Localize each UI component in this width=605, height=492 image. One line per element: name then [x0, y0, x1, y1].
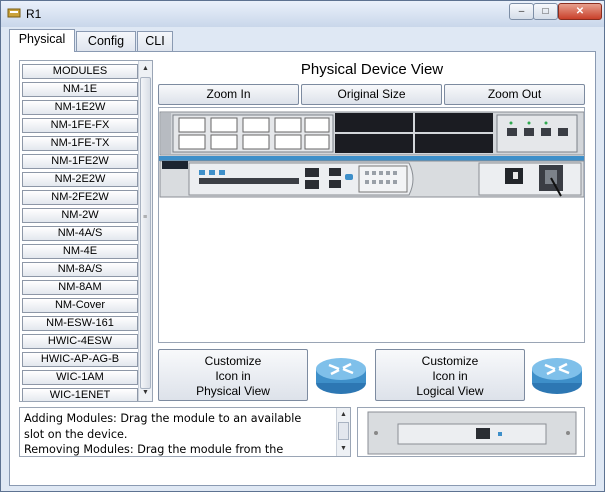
scroll-up-arrow[interactable]: ▲	[139, 62, 152, 76]
list-item[interactable]: NM-1FE2W	[22, 154, 138, 169]
button-line: Physical View	[196, 384, 270, 398]
scroll-down-arrow[interactable]: ▼	[337, 442, 350, 456]
module-preview-image	[367, 411, 577, 455]
scroll-thumb[interactable]	[338, 422, 349, 440]
list-item[interactable]: NM-2FE2W	[22, 190, 138, 205]
scroll-up-arrow[interactable]: ▲	[337, 408, 350, 422]
module-list[interactable]: MODULES NM-1E NM-1E2W NM-1FE-FX NM-1FE-T…	[19, 60, 153, 402]
list-item[interactable]: NM-1E	[22, 82, 138, 97]
button-line: Logical View	[416, 384, 484, 398]
list-item[interactable]: NM-4E	[22, 244, 138, 259]
button-line: Customize	[204, 354, 262, 368]
router-icon	[316, 358, 366, 394]
list-item[interactable]: NM-ESW-161	[22, 316, 138, 331]
module-list-scrollbar[interactable]: ▲ ≡ ▼	[138, 61, 152, 401]
list-item[interactable]: NM-1FE-TX	[22, 136, 138, 151]
device-view[interactable]	[158, 107, 585, 343]
list-item[interactable]: NM-2W	[22, 208, 138, 223]
router-app-icon	[7, 8, 21, 18]
title-bar[interactable]: R1 – □ ✕	[1, 1, 604, 27]
button-line: Icon in	[215, 369, 251, 383]
router-window: R1 – □ ✕ Physical Config CLI MODULES NM-…	[0, 0, 605, 492]
help-text-scrollbar[interactable]: ▲ ▼	[336, 408, 350, 456]
list-item[interactable]: NM-8AM	[22, 280, 138, 295]
module-preview	[357, 407, 585, 457]
scroll-thumb[interactable]: ≡	[140, 77, 151, 389]
router-chassis-illustration[interactable]	[159, 108, 585, 343]
button-line: Customize	[421, 354, 479, 368]
list-item[interactable]: NM-Cover	[22, 298, 138, 313]
customize-physical-icon-button[interactable]: Customize Icon in Physical View	[158, 349, 308, 401]
maximize-button[interactable]: □	[533, 3, 558, 20]
list-item[interactable]: NM-8A/S	[22, 262, 138, 277]
tab-config[interactable]: Config	[76, 31, 136, 51]
customize-logical-icon-button[interactable]: Customize Icon in Logical View	[375, 349, 525, 401]
tab-cli[interactable]: CLI	[137, 31, 173, 51]
list-item[interactable]: NM-4A/S	[22, 226, 138, 241]
grip-icon: ≡	[143, 214, 148, 221]
view-title: Physical Device View	[300, 61, 444, 78]
zoom-in-button[interactable]: Zoom In	[158, 84, 299, 105]
list-item[interactable]: NM-1E2W	[22, 100, 138, 115]
original-size-button[interactable]: Original Size	[301, 84, 442, 105]
minimize-button[interactable]: –	[509, 3, 534, 20]
help-text-box[interactable]: Adding Modules: Drag the module to an av…	[19, 407, 351, 457]
list-item[interactable]: MODULES	[22, 64, 138, 79]
zoom-out-button[interactable]: Zoom Out	[444, 84, 585, 105]
list-item[interactable]: WIC-1AM	[22, 370, 138, 385]
list-item[interactable]: NM-1FE-FX	[22, 118, 138, 133]
list-item[interactable]: HWIC-4ESW	[22, 334, 138, 349]
scroll-down-arrow[interactable]: ▼	[139, 386, 152, 400]
button-line: Icon in	[432, 369, 468, 383]
router-icon	[532, 358, 582, 394]
list-item[interactable]: WIC-1ENET	[22, 388, 138, 401]
tab-physical[interactable]: Physical	[9, 29, 75, 52]
close-button[interactable]: ✕	[558, 3, 602, 20]
list-item[interactable]: NM-2E2W	[22, 172, 138, 187]
help-text: Adding Modules: Drag the module to an av…	[24, 412, 302, 456]
window-title: R1	[26, 7, 42, 21]
list-item[interactable]: HWIC-AP-AG-B	[22, 352, 138, 367]
